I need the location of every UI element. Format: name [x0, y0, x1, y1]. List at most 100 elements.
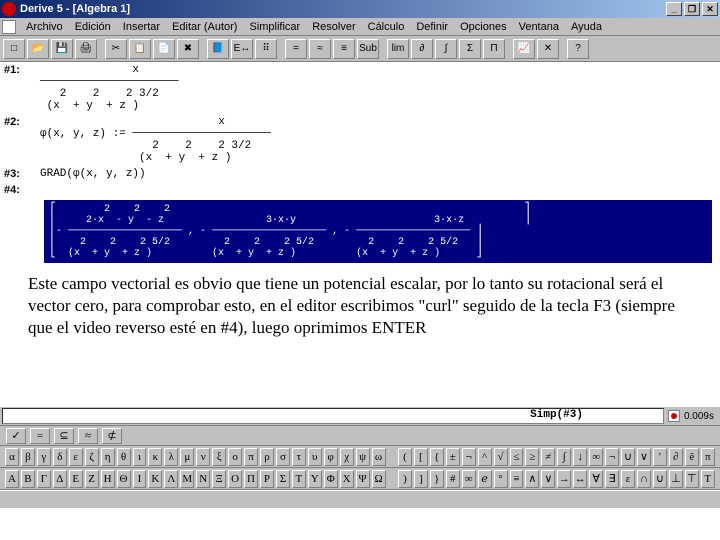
- expression-4-selected[interactable]: ⎡ 2 2 2 ⎤ ⎢ 2·x - y - z 3·x·y 3·x·z ⎥ ⎢-…: [44, 200, 712, 263]
- sym-7[interactable]: ≡: [510, 470, 524, 488]
- sym-μ[interactable]: μ: [180, 448, 194, 466]
- sym-1[interactable]: [: [414, 448, 428, 466]
- sym-ω[interactable]: ω: [372, 448, 386, 466]
- sym-6[interactable]: √: [494, 448, 508, 466]
- menu-simplificar[interactable]: Simplificar: [243, 20, 306, 34]
- toolbar-btn-19[interactable]: lim: [387, 39, 409, 59]
- sym-τ[interactable]: τ: [292, 448, 306, 466]
- sym-ρ[interactable]: ρ: [260, 448, 274, 466]
- expression-1[interactable]: #1: x ───────────────────── 2 2 2 3/2 (x…: [0, 62, 720, 114]
- sym-5[interactable]: ^: [478, 448, 492, 466]
- sym-χ[interactable]: χ: [340, 448, 354, 466]
- toolbar-btn-5[interactable]: ✂: [105, 39, 127, 59]
- toolbar-btn-6[interactable]: 📋: [129, 39, 151, 59]
- toolbar-btn-22[interactable]: Σ: [459, 39, 481, 59]
- sym-H[interactable]: H: [101, 470, 115, 488]
- sym-Y[interactable]: Y: [308, 470, 322, 488]
- menu-editar (autor)[interactable]: Editar (Autor): [166, 20, 243, 34]
- sym-υ[interactable]: υ: [308, 448, 322, 466]
- sym-19[interactable]: T: [701, 470, 715, 488]
- sym-Σ[interactable]: Σ: [276, 470, 290, 488]
- sym-18[interactable]: ê: [685, 448, 699, 466]
- sym-Λ[interactable]: Λ: [164, 470, 178, 488]
- sym-γ[interactable]: γ: [37, 448, 51, 466]
- sym-3[interactable]: #: [446, 470, 460, 488]
- sym-14[interactable]: ε: [621, 470, 635, 488]
- sym-Ξ[interactable]: Ξ: [212, 470, 226, 488]
- entry-input[interactable]: Simp(#3): [2, 408, 664, 424]
- sym-ο[interactable]: ο: [228, 448, 242, 466]
- menu-cálculo[interactable]: Cálculo: [362, 20, 411, 34]
- sym-B[interactable]: B: [21, 470, 35, 488]
- sym-Θ[interactable]: Θ: [117, 470, 131, 488]
- toolbar-btn-11[interactable]: E↔: [231, 39, 253, 59]
- sym-4[interactable]: ∞: [462, 470, 476, 488]
- sym-12[interactable]: ∞: [589, 448, 603, 466]
- toolbar-btn-26[interactable]: ✕: [537, 39, 559, 59]
- sym-η[interactable]: η: [101, 448, 115, 466]
- toolbar-btn-7[interactable]: 📄: [153, 39, 175, 59]
- sym-15[interactable]: ∩: [637, 470, 651, 488]
- sym-11[interactable]: ↓: [573, 448, 587, 466]
- sym-δ[interactable]: δ: [53, 448, 67, 466]
- sym-N[interactable]: N: [196, 470, 210, 488]
- sym-8[interactable]: ∧: [525, 470, 539, 488]
- sym-0[interactable]: (: [398, 448, 412, 466]
- sym-0[interactable]: ): [398, 470, 412, 488]
- sym-κ[interactable]: κ: [148, 448, 162, 466]
- sym-β[interactable]: β: [21, 448, 35, 466]
- ops-btn-4[interactable]: ⊄: [102, 428, 122, 444]
- toolbar-btn-23[interactable]: Π: [483, 39, 505, 59]
- mdi-icon[interactable]: [2, 20, 16, 34]
- sym-4[interactable]: ¬: [462, 448, 476, 466]
- sym-Ω[interactable]: Ω: [372, 470, 386, 488]
- sym-λ[interactable]: λ: [164, 448, 178, 466]
- sym-6[interactable]: °: [494, 470, 508, 488]
- toolbar-btn-17[interactable]: Sub: [357, 39, 379, 59]
- sym-ξ[interactable]: ξ: [212, 448, 226, 466]
- menu-ayuda[interactable]: Ayuda: [565, 20, 608, 34]
- menu-insertar[interactable]: Insertar: [117, 20, 166, 34]
- sym-15[interactable]: ∨: [637, 448, 651, 466]
- sym-X[interactable]: X: [340, 470, 354, 488]
- sym-Z[interactable]: Z: [85, 470, 99, 488]
- toolbar-btn-15[interactable]: ≈: [309, 39, 331, 59]
- sym-φ[interactable]: φ: [324, 448, 338, 466]
- sym-12[interactable]: ∀: [589, 470, 603, 488]
- toolbar-btn-20[interactable]: ∂: [411, 39, 433, 59]
- sym-ν[interactable]: ν: [196, 448, 210, 466]
- sym-M[interactable]: M: [180, 470, 194, 488]
- sym-I[interactable]: I: [133, 470, 147, 488]
- sym-16[interactable]: ': [653, 448, 667, 466]
- toolbar-btn-16[interactable]: ≡: [333, 39, 355, 59]
- sym-2[interactable]: }: [430, 470, 444, 488]
- sym-10[interactable]: →: [557, 470, 571, 488]
- sym-17[interactable]: ∂: [669, 448, 683, 466]
- sym-ψ[interactable]: ψ: [356, 448, 370, 466]
- ops-btn-3[interactable]: ≈: [78, 428, 98, 444]
- sym-K[interactable]: K: [148, 470, 162, 488]
- sym-5[interactable]: ℯ: [478, 470, 492, 488]
- toolbar-btn-8[interactable]: ✖: [177, 39, 199, 59]
- sym-Ψ[interactable]: Ψ: [356, 470, 370, 488]
- sym-10[interactable]: ∫: [557, 448, 571, 466]
- sym-16[interactable]: ∪: [653, 470, 667, 488]
- toolbar-btn-25[interactable]: 📈: [513, 39, 535, 59]
- sym-θ[interactable]: θ: [117, 448, 131, 466]
- toolbar-btn-0[interactable]: □: [3, 39, 25, 59]
- sym-Φ[interactable]: Φ: [324, 470, 338, 488]
- ops-btn-2[interactable]: ⊆: [54, 428, 74, 444]
- sym-σ[interactable]: σ: [276, 448, 290, 466]
- sym-2[interactable]: {: [430, 448, 444, 466]
- sym-9[interactable]: ≠: [541, 448, 555, 466]
- toolbar-btn-12[interactable]: ⠿: [255, 39, 277, 59]
- minimize-button[interactable]: _: [666, 2, 682, 16]
- ops-btn-1[interactable]: =: [30, 428, 50, 444]
- menu-definir[interactable]: Definir: [410, 20, 454, 34]
- sym-T[interactable]: T: [292, 470, 306, 488]
- sym-π[interactable]: π: [244, 448, 258, 466]
- sym-13[interactable]: ¬: [605, 448, 619, 466]
- sym-7[interactable]: ≤: [510, 448, 524, 466]
- sym-ε[interactable]: ε: [69, 448, 83, 466]
- sym-Π[interactable]: Π: [244, 470, 258, 488]
